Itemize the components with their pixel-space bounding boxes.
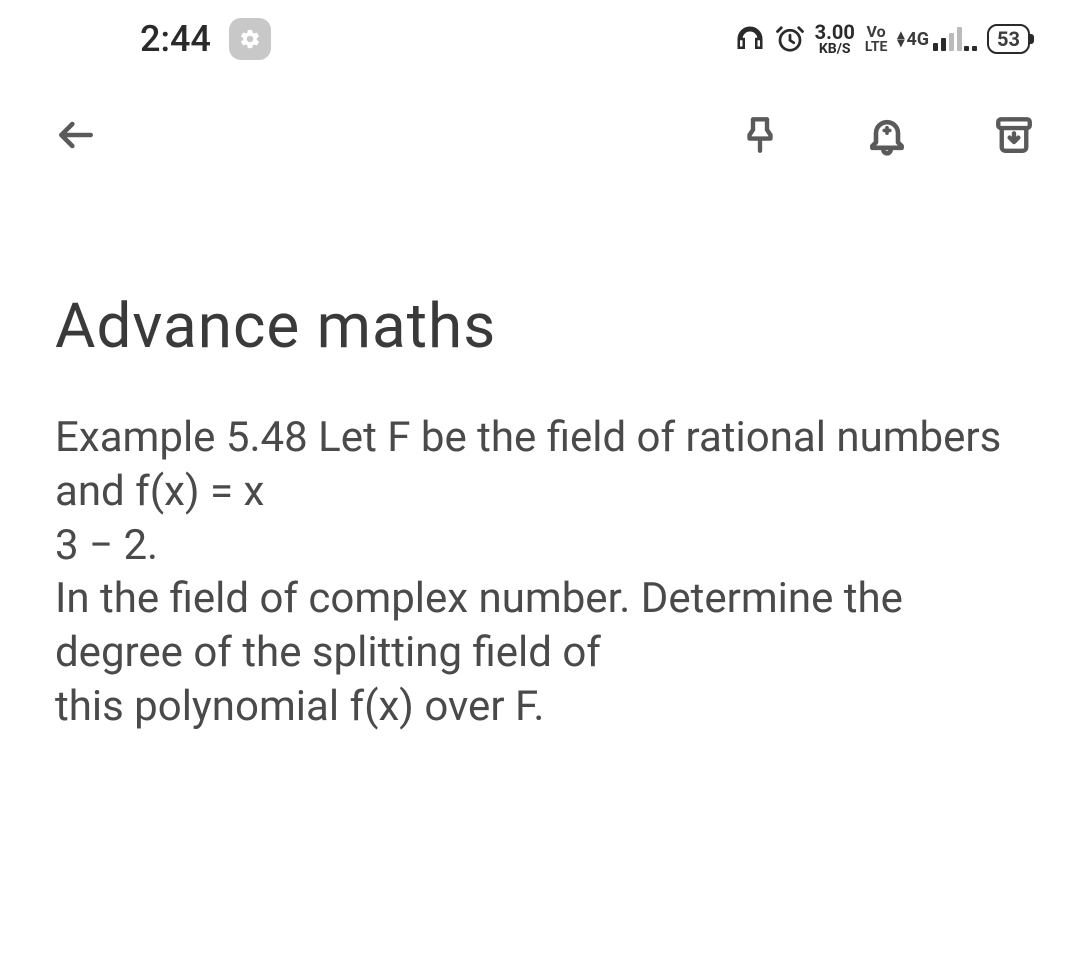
status-left: 2:44 [140,18,271,60]
status-right: 3.00 KB/S Vo LTE ▴▾ 4G 53 [735,22,1030,56]
headphones-icon [735,24,765,54]
battery-indicator: 53 [987,24,1030,54]
alarm-icon [775,24,805,54]
note-content[interactable]: Advance maths Example 5.48 Let F be the … [0,180,1080,734]
status-bar: 2:44 3.00 KB/S Vo LTE [0,0,1080,70]
signal-indicator: ▴▾ 4G [897,27,977,51]
pin-button[interactable] [734,109,786,161]
back-button[interactable] [50,109,102,161]
app-toolbar [0,70,1080,180]
settings-icon [229,18,271,60]
reminder-button[interactable] [861,109,913,161]
network-speed: 3.00 KB/S [815,22,855,56]
note-body[interactable]: Example 5.48 Let F be the field of ratio… [55,411,1030,734]
status-time: 2:44 [140,18,211,60]
volte-indicator: Vo LTE [865,24,888,54]
note-title[interactable]: Advance maths [55,290,1030,363]
archive-button[interactable] [988,109,1040,161]
